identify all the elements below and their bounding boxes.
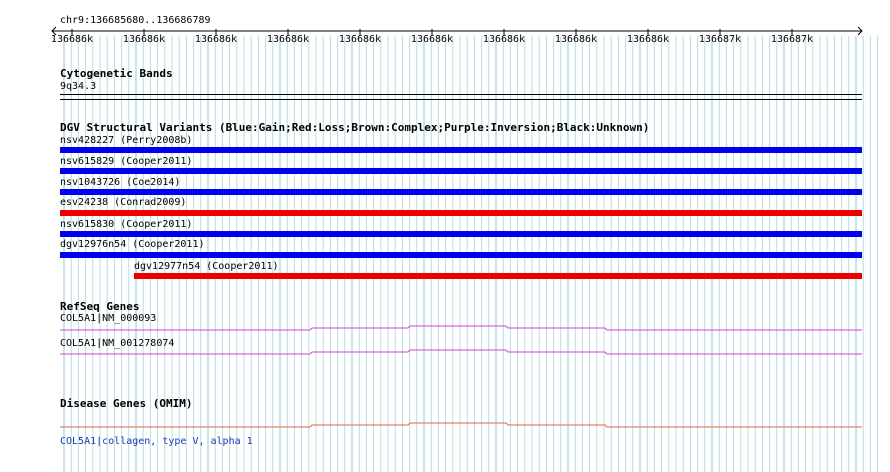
- omim-gene-model[interactable]: [0, 0, 890, 472]
- omim-gene-link[interactable]: COL5A1|collagen, type V, alpha 1: [60, 436, 253, 448]
